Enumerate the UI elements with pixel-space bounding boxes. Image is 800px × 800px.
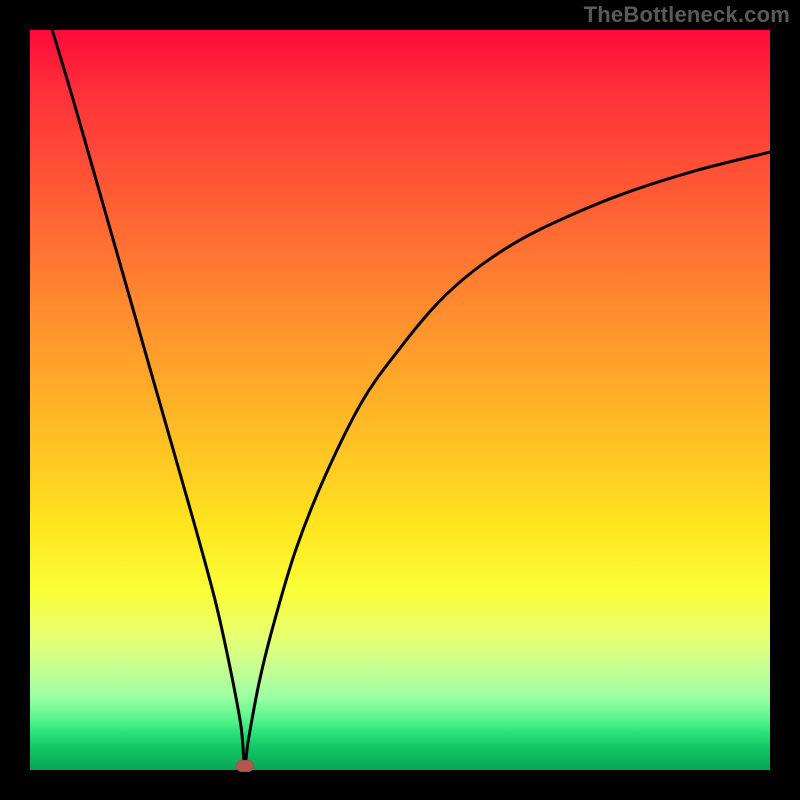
minimum-marker [236,760,254,772]
bottleneck-curve [52,30,770,766]
curve-layer [30,30,770,770]
watermark-text: TheBottleneck.com [584,2,790,28]
chart-frame: TheBottleneck.com [0,0,800,800]
